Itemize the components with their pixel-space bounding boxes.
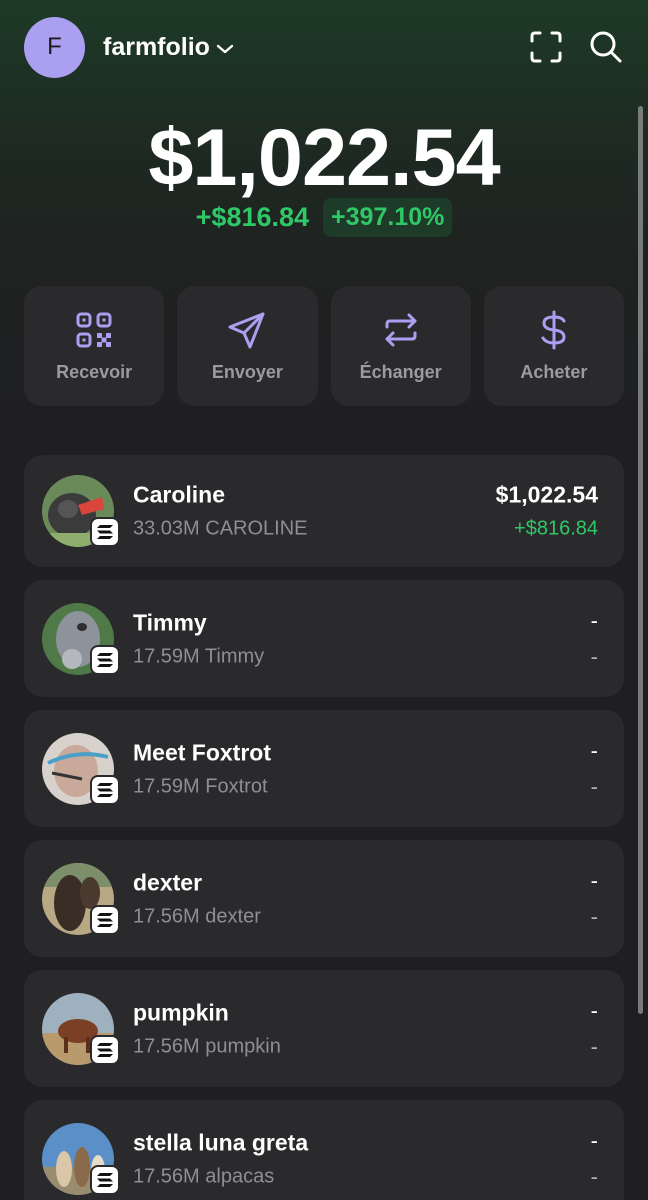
token-value: - (590, 867, 598, 893)
token-list: Caroline 33.03M CAROLINE $1,022.54 +$816… (24, 455, 624, 1200)
account-name: farmfolio (103, 32, 210, 61)
token-row-stella[interactable]: stella luna greta 17.56M alpacas - - (24, 1100, 624, 1200)
solana-icon (90, 644, 120, 675)
change-amount: +$816.84 (195, 202, 310, 232)
portfolio-balance: $1,022.54 (148, 113, 500, 203)
token-name: stella luna greta (133, 1129, 309, 1155)
token-change: - (590, 773, 598, 799)
token-name: pumpkin (133, 999, 229, 1025)
token-name: Meet Foxtrot (133, 739, 271, 765)
token-value: - (590, 997, 598, 1023)
token-row-pumpkin[interactable]: pumpkin 17.56M pumpkin - - (24, 970, 624, 1087)
token-change: - (590, 1033, 598, 1059)
token-row-timmy[interactable]: Timmy 17.59M Timmy - - (24, 580, 624, 697)
dollar-icon (534, 310, 574, 350)
swap-button[interactable]: Échanger (330, 286, 471, 406)
header: F farmfolio (24, 16, 624, 78)
chevron-down-icon (216, 33, 234, 62)
scan-icon[interactable] (528, 29, 564, 65)
token-change: - (590, 643, 598, 669)
token-change: - (590, 1163, 598, 1189)
send-button[interactable]: Envoyer (177, 286, 318, 406)
token-value: - (590, 1127, 598, 1153)
search-icon[interactable] (588, 29, 624, 65)
swap-icon (381, 310, 421, 350)
token-value: - (590, 737, 598, 763)
receive-button[interactable]: Recevoir (24, 286, 165, 406)
solana-icon (90, 517, 120, 547)
token-amount: 17.59M Timmy (133, 645, 265, 667)
token-name: Caroline (133, 481, 226, 508)
token-amount: 17.56M dexter (133, 905, 261, 927)
send-icon (227, 310, 267, 350)
portfolio-change: +$816.84 +397.10% (0, 198, 648, 237)
token-amount: 17.56M alpacas (133, 1165, 275, 1187)
token-name: Timmy (133, 609, 207, 635)
token-amount: 33.03M CAROLINE (133, 517, 308, 540)
solana-icon (90, 774, 120, 805)
solana-icon (90, 1164, 120, 1195)
token-row-foxtrot[interactable]: Meet Foxtrot 17.59M Foxtrot - - (24, 710, 624, 827)
token-value: - (590, 607, 598, 633)
token-name: dexter (133, 869, 203, 895)
avatar[interactable]: F (24, 16, 85, 78)
token-row-dexter[interactable]: dexter 17.56M dexter - - (24, 840, 624, 957)
buy-button[interactable]: Acheter (483, 286, 624, 406)
solana-icon (90, 1034, 120, 1065)
send-label: Envoyer (211, 361, 283, 382)
token-change: - (590, 903, 598, 929)
swap-label: Échanger (359, 361, 442, 382)
token-amount: 17.56M pumpkin (133, 1035, 281, 1057)
buy-label: Acheter (520, 361, 588, 382)
scrollbar[interactable] (638, 106, 643, 1014)
action-buttons: Recevoir Envoyer Échanger Acheter (24, 286, 624, 406)
account-switcher[interactable]: farmfolio (103, 33, 234, 62)
change-percent-badge: +397.10% (323, 198, 453, 237)
token-value: $1,022.54 (495, 481, 598, 508)
solana-icon (90, 904, 120, 935)
receive-label: Recevoir (56, 361, 133, 382)
token-change: +$816.84 (514, 517, 598, 540)
qr-code-icon (74, 310, 114, 350)
token-row-caroline[interactable]: Caroline 33.03M CAROLINE $1,022.54 +$816… (24, 455, 624, 567)
token-amount: 17.59M Foxtrot (133, 775, 268, 797)
